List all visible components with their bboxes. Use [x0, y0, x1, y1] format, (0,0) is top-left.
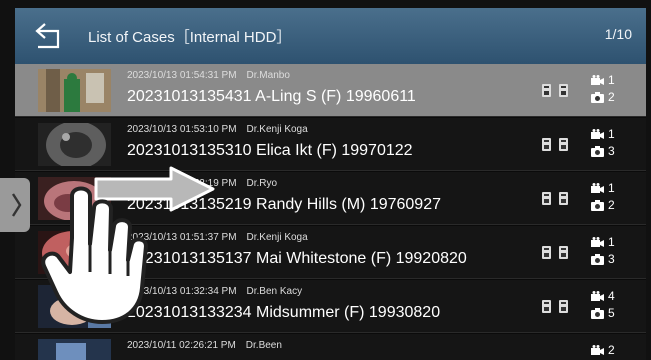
case-datetime: 2023/10/13 01:54:31 PM — [127, 70, 237, 81]
case-thumbnail — [38, 69, 111, 112]
case-doctor: Dr.Ben Kacy — [246, 286, 303, 297]
page-title: List of Cases［Internal HDD］ — [88, 29, 292, 46]
storage-drive-icon — [542, 138, 568, 151]
photo-count: 2 — [608, 198, 615, 212]
storage-drive-icon — [542, 300, 568, 313]
case-doctor: Dr.Been — [245, 340, 282, 351]
case-name: 20231013135431 A-Ling S (F) 19960611 — [127, 88, 416, 105]
chevron-right-icon — [11, 193, 22, 217]
case-doctor: Dr.Kenji Koga — [246, 232, 308, 243]
side-panel-handle[interactable] — [0, 178, 30, 232]
case-name: 20231013135137 Mai Whitestone (F) 199208… — [127, 250, 467, 267]
camera-icon — [591, 200, 604, 211]
video-count: 1 — [608, 73, 615, 87]
video-icon — [591, 345, 604, 355]
video-count: 2 — [608, 343, 615, 357]
video-count: 4 — [608, 289, 615, 303]
case-name: 20231013135310 Elica Ikt (F) 19970122 — [127, 142, 413, 159]
case-thumbnail — [38, 339, 111, 360]
case-row[interactable]: 2023/10/13 01:54:31 PM Dr.Manbo 202310131… — [15, 64, 646, 117]
case-doctor: Dr.Ryo — [246, 178, 278, 189]
camera-icon — [591, 146, 604, 157]
video-icon — [591, 237, 604, 247]
pointing-hand-icon — [41, 186, 148, 324]
photo-count: 3 — [608, 144, 615, 158]
case-doctor: Dr.Manbo — [246, 70, 290, 81]
page-indicator: 1/10 — [604, 26, 632, 42]
camera-icon — [591, 254, 604, 265]
case-row[interactable]: 2023/10/11 02:26:21 PM Dr.Been 2 — [15, 334, 646, 360]
photo-count: 3 — [608, 252, 615, 266]
video-count: 1 — [608, 181, 615, 195]
video-icon — [591, 183, 604, 193]
photo-count: 2 — [608, 90, 615, 104]
camera-icon — [591, 308, 604, 319]
video-icon — [591, 129, 604, 139]
case-doctor: Dr.Kenji Koga — [246, 124, 308, 135]
video-icon — [591, 291, 604, 301]
camera-icon — [591, 92, 604, 103]
case-datetime: 2023/10/11 02:26:21 PM — [127, 340, 236, 351]
video-icon — [591, 75, 604, 85]
storage-drive-icon — [542, 192, 568, 205]
case-thumbnail — [38, 123, 111, 166]
storage-drive-icon — [542, 84, 568, 97]
case-datetime: 2023/10/13 01:53:10 PM — [127, 124, 237, 135]
case-row[interactable]: 2023/10/13 01:53:10 PM Dr.Kenji Koga 2023… — [15, 118, 646, 171]
header-bar: List of Cases［Internal HDD］ 1/10 — [15, 8, 646, 64]
photo-count: 5 — [608, 306, 615, 320]
video-count: 1 — [608, 235, 615, 249]
storage-drive-icon — [542, 246, 568, 259]
back-arrow-icon[interactable] — [33, 20, 63, 52]
video-count: 1 — [608, 127, 615, 141]
